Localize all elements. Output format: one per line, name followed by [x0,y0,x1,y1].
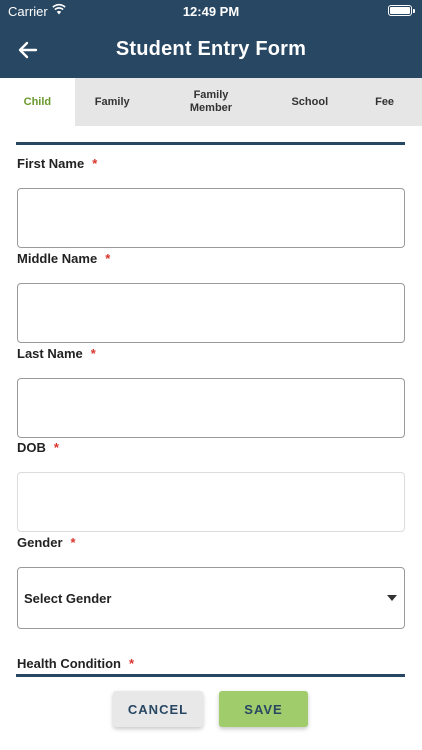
tab-school[interactable]: School [272,78,347,126]
required-marker: * [53,440,59,455]
gender-label: Gender [17,535,63,550]
dob-input[interactable] [17,472,405,532]
page-title: Student Entry Form [115,38,307,60]
gender-select[interactable]: Select Gender [17,567,405,629]
health-condition-field: Health Condition * [17,655,406,673]
first-name-input[interactable] [17,188,405,248]
dob-label: DOB [17,440,46,455]
required-marker: * [129,656,135,671]
middle-name-field: Middle Name * [17,250,406,343]
tab-family[interactable]: Family [75,78,150,126]
required-marker: * [70,535,76,550]
first-name-field: First Name * [17,155,406,248]
cancel-button[interactable]: CANCEL [113,691,203,727]
dob-field: DOB * [17,439,406,532]
last-name-field: Last Name * [17,345,406,438]
gender-field: Gender * Select Gender [17,534,406,629]
middle-name-input[interactable] [17,283,405,343]
last-name-input[interactable] [17,378,405,438]
battery-icon [388,5,415,16]
last-name-label: Last Name [17,346,83,361]
chevron-down-icon [387,595,397,601]
tab-bar: Child Family Family Member School Fee [0,78,422,126]
health-condition-label: Health Condition [17,656,121,671]
gender-selected-value: Select Gender [24,591,112,606]
status-time: 12:49 PM [182,4,240,19]
top-bar: Carrier 12:49 PM Student Entry Form [0,0,422,78]
middle-name-label: Middle Name [17,251,98,266]
required-marker: * [90,346,96,361]
required-marker: * [105,251,111,266]
first-name-label: First Name [17,156,85,171]
tab-child[interactable]: Child [0,78,75,126]
form-top-divider [16,142,405,145]
required-marker: * [92,156,98,171]
tab-family-member[interactable]: Family Member [150,78,273,126]
form-bottom-divider [16,674,405,677]
status-bar: Carrier 12:49 PM [0,0,422,22]
form-scroll-area[interactable]: First Name * Middle Name * Last Name * DOB *… [0,147,422,673]
save-button[interactable]: SAVE [219,691,308,727]
tab-fee[interactable]: Fee [347,78,422,126]
